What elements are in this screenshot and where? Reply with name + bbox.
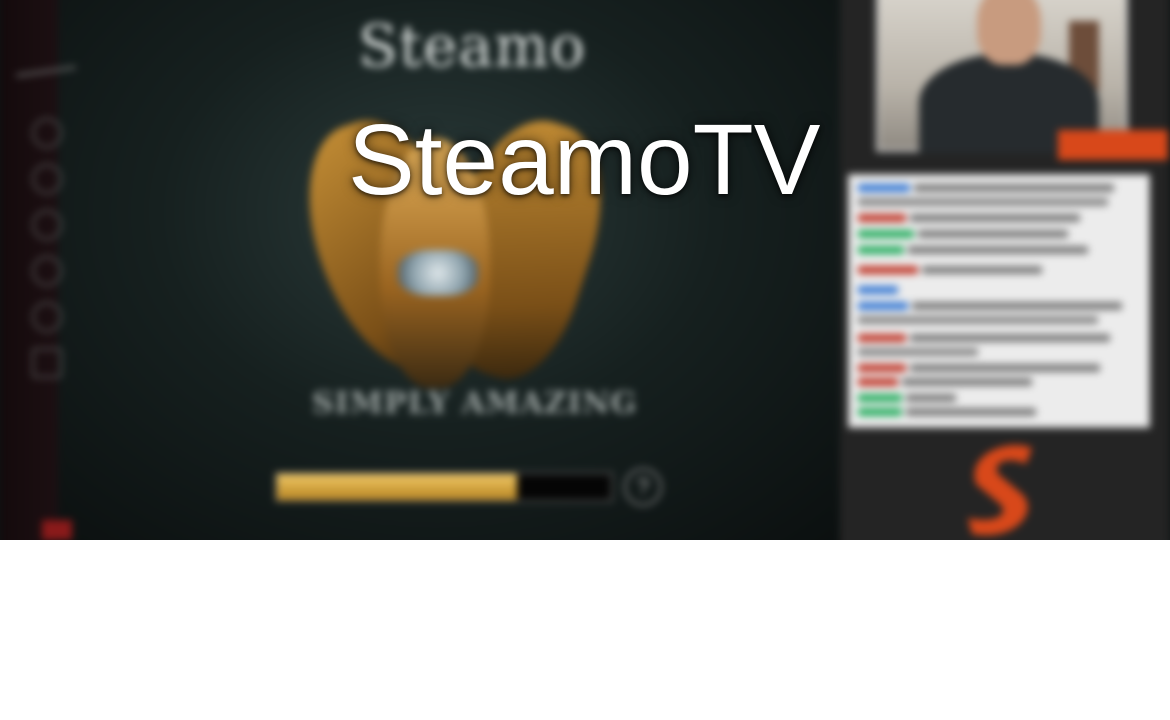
chat-username xyxy=(858,302,908,310)
menu-icon xyxy=(32,256,62,286)
menu-icon xyxy=(32,210,62,240)
chat-message xyxy=(908,246,1088,254)
menu-icon xyxy=(32,164,62,194)
game-side-menu xyxy=(0,0,76,540)
blurred-stream-screenshot: Steamo SIMPLY AMAZING ? xyxy=(0,0,1170,540)
webcam-streamer-head xyxy=(977,0,1041,65)
chat-username xyxy=(858,394,902,402)
menu-icon xyxy=(32,118,62,148)
xp-progress-bar xyxy=(275,472,613,502)
skill-tier-text xyxy=(390,424,394,440)
game-corner-info xyxy=(758,0,818,24)
help-icon: ? xyxy=(624,468,662,506)
chat-message xyxy=(914,184,1114,192)
chat-message xyxy=(858,198,1108,206)
chat-message xyxy=(906,394,956,402)
chat-message xyxy=(912,302,1122,310)
chat-message xyxy=(918,230,1068,238)
chat-username xyxy=(858,286,898,294)
chat-message xyxy=(910,214,1080,222)
chat-message xyxy=(858,348,978,356)
chat-message xyxy=(902,378,1032,386)
xp-progress-fill xyxy=(277,474,518,500)
menu-icon xyxy=(32,348,62,378)
rail-flag xyxy=(42,520,72,540)
game-result-text: SIMPLY AMAZING xyxy=(312,386,638,421)
chat-username xyxy=(858,364,906,372)
chat-username xyxy=(858,266,918,274)
chat-message xyxy=(858,316,1098,324)
chat-message xyxy=(922,266,1042,274)
chat-username xyxy=(858,408,902,416)
chat-username xyxy=(858,214,906,222)
brand-logo-icon xyxy=(968,445,1032,536)
chat-message xyxy=(906,408,1036,416)
chat-username xyxy=(858,230,914,238)
subscriber-badge xyxy=(1058,130,1168,160)
banner-title: SteamoTV xyxy=(348,104,821,216)
chat-panel xyxy=(848,174,1150,428)
game-logo: Steamo xyxy=(358,12,586,80)
chat-username xyxy=(858,378,898,386)
chat-message xyxy=(910,334,1110,342)
menu-icon xyxy=(32,302,62,332)
chat-message xyxy=(910,364,1100,372)
stream-banner[interactable]: Steamo SIMPLY AMAZING ? SteamoTV xyxy=(0,0,1170,540)
hero-orb xyxy=(398,250,478,296)
video-thumbnail-page: Steamo SIMPLY AMAZING ? SteamoTV xyxy=(0,0,1170,720)
chat-username xyxy=(858,184,910,192)
chat-username xyxy=(858,246,904,254)
chat-username xyxy=(858,334,906,342)
